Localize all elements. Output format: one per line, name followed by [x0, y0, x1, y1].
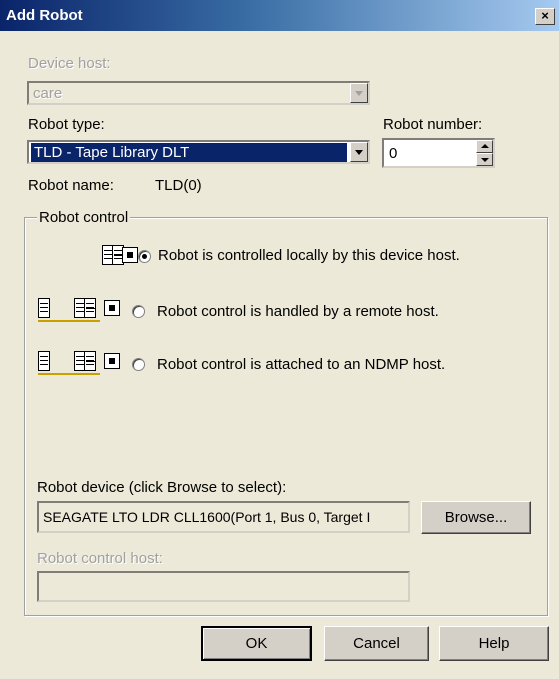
robot-type-value: TLD - Tape Library DLT	[31, 143, 347, 162]
robot-name-label: Robot name:	[28, 177, 114, 194]
device-host-select: care	[27, 81, 370, 105]
robot-type-select[interactable]: TLD - Tape Library DLT	[27, 140, 370, 164]
title-bar: Add Robot ×	[0, 0, 559, 31]
option-ndmp-label[interactable]: Robot control is attached to an NDMP hos…	[157, 356, 445, 373]
robot-number-stepper[interactable]: 0	[382, 138, 495, 168]
chevron-down-icon	[355, 91, 363, 96]
robot-device-label: Robot device (click Browse to select):	[37, 479, 287, 496]
arrow-up-icon	[481, 144, 489, 148]
robot-device-field[interactable]: SEAGATE LTO LDR CLL1600(Port 1, Bus 0, T…	[37, 501, 410, 533]
ok-button[interactable]: OK	[201, 626, 312, 661]
device-host-value: care	[33, 85, 63, 102]
robot-type-label: Robot type:	[28, 116, 105, 133]
option-local-label[interactable]: Robot is controlled locally by this devi…	[158, 247, 460, 264]
robot-number-value[interactable]: 0	[389, 145, 397, 162]
device-host-label: Device host:	[28, 55, 111, 72]
device-host-dropdown-button	[350, 83, 368, 103]
radio-remote-control[interactable]	[132, 305, 145, 318]
window-title: Add Robot	[6, 7, 83, 24]
spin-down-button[interactable]	[476, 153, 493, 166]
option-remote-label[interactable]: Robot control is handled by a remote hos…	[157, 303, 439, 320]
robot-control-group-label: Robot control	[37, 209, 131, 226]
robot-name-value: TLD(0)	[155, 177, 202, 194]
robot-type-dropdown-button[interactable]	[350, 142, 368, 162]
radio-selected-dot	[142, 254, 147, 259]
robot-number-label: Robot number:	[383, 116, 483, 133]
help-button[interactable]: Help	[439, 626, 549, 661]
radio-ndmp-control[interactable]	[132, 358, 145, 371]
chevron-down-icon	[355, 150, 363, 155]
browse-button[interactable]: Browse...	[421, 501, 531, 534]
arrow-down-icon	[481, 158, 489, 162]
cancel-button[interactable]: Cancel	[324, 626, 429, 661]
spin-up-button[interactable]	[476, 140, 493, 153]
robot-control-host-label: Robot control host:	[37, 550, 163, 567]
close-button[interactable]: ×	[535, 8, 555, 25]
robot-control-host-field	[37, 571, 410, 602]
radio-local-control[interactable]	[138, 250, 151, 263]
